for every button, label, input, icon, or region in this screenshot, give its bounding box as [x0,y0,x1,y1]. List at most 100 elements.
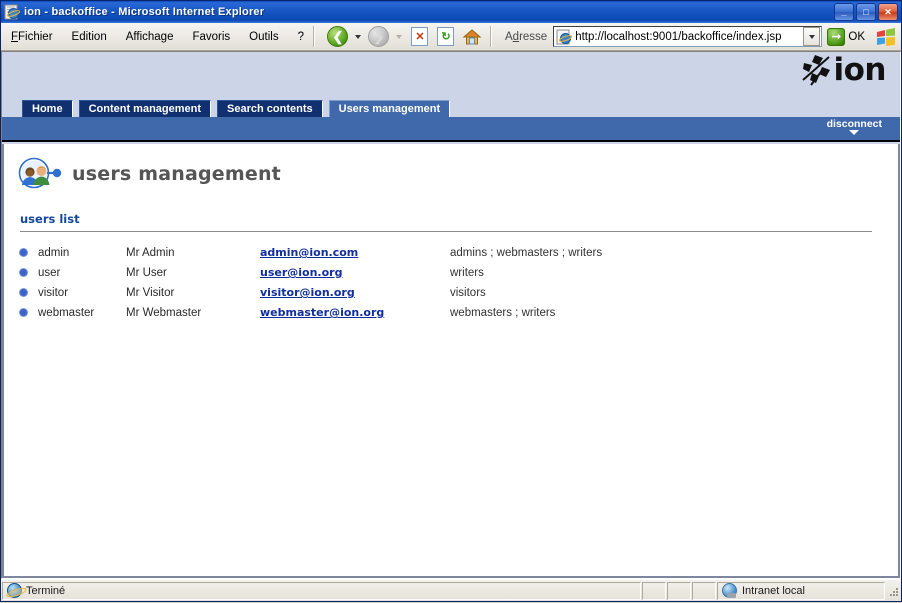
tab-search-contents[interactable]: Search contents [217,100,323,117]
address-bar: Adresse http://localhost:9001/backoffice… [497,23,901,50]
back-button[interactable]: ❮ [326,25,350,49]
user-groups: admins ; webmasters ; writers [450,246,603,259]
page-content-inner: users management users list admin Mr Adm… [2,144,900,578]
address-dropdown-button[interactable] [803,27,821,46]
address-input-wrapper[interactable]: http://localhost:9001/backoffice/index.j… [553,26,823,47]
page-content: users management users list admin Mr Adm… [2,144,900,578]
user-email-link[interactable]: admin@ion.com [260,246,358,259]
user-groups: webmasters ; writers [450,306,556,319]
page-header: users management [4,144,898,192]
address-label: Adresse [504,30,548,43]
tab-users-management-label: Users management [338,103,441,115]
bullet-icon [20,248,27,256]
home-button[interactable] [460,25,484,49]
user-email-cell: webmaster@ion.org [260,303,450,323]
user-login: user [38,266,61,279]
chevron-down-icon [808,34,815,39]
status-message: Terminé [26,584,66,597]
tab-content-management[interactable]: Content management [78,100,212,117]
menu-outils-label: Outils [249,30,279,43]
user-email-link[interactable]: visitor@ion.org [260,286,355,299]
go-button-label: OK [848,30,865,43]
user-email-cell: visitor@ion.org [260,283,450,303]
table-row[interactable]: webmaster Mr Webmaster webmaster@ion.org… [20,303,710,323]
table-row[interactable]: user Mr User user@ion.org writers [20,263,710,283]
menu-fichier[interactable]: FFichier [8,29,56,45]
row-bullet [20,243,38,263]
minimize-button[interactable]: _ [834,3,854,21]
user-display-name: Mr Admin [126,246,175,259]
page-icon [556,29,573,45]
menu-edition[interactable]: Edition [69,29,110,45]
table-row[interactable]: admin Mr Admin admin@ion.com admins ; we… [20,243,710,263]
user-email-link[interactable]: webmaster@ion.org [260,306,384,319]
security-zone-pane[interactable]: Intranet local [717,581,885,600]
user-email-link[interactable]: user@ion.org [260,266,342,279]
user-groups: writers [450,266,484,279]
bullet-icon [20,288,27,296]
minimize-icon: _ [841,6,847,17]
stop-icon: ✕ [411,27,429,46]
row-bullet [20,263,38,283]
caret-down-icon [849,130,860,135]
row-bullet [20,303,38,323]
status-message-pane: Terminé [2,581,641,600]
browser-icon [7,583,22,598]
refresh-button[interactable]: ↻ [434,25,458,49]
menu-favoris[interactable]: Favoris [189,29,233,45]
forward-arrow-icon: ❯ [368,26,390,47]
close-icon: ✕ [884,6,892,17]
section-heading: users list [20,212,80,226]
ion-logo: ion [801,54,886,86]
section-divider [20,231,872,232]
intranet-zone-icon [722,583,737,598]
go-button[interactable]: ➞ OK [822,27,871,46]
menu-affichage[interactable]: Affichage [123,29,177,45]
bullet-icon [20,268,27,276]
title-bar: ion - backoffice - Microsoft Internet Ex… [1,1,901,23]
user-login: admin [38,246,70,259]
user-login: visitor [38,286,69,299]
windows-flag-icon [873,25,899,49]
user-email-cell: user@ion.org [260,263,450,283]
close-button[interactable]: ✕ [878,3,898,21]
tab-home[interactable]: Home [22,100,73,117]
disconnect-button[interactable]: disconnect [827,118,882,135]
browser-window: ion - backoffice - Microsoft Internet Ex… [0,0,902,602]
users-table: admin Mr Admin admin@ion.com admins ; we… [20,243,710,323]
user-email-cell: admin@ion.com [260,243,450,263]
status-pane-2 [667,581,691,600]
address-input[interactable]: http://localhost:9001/backoffice/index.j… [575,31,802,43]
user-display-name: Mr Visitor [126,286,175,299]
tab-search-contents-label: Search contents [227,103,313,115]
back-history-dropdown[interactable] [352,25,365,49]
tab-users-management[interactable]: Users management [328,100,451,117]
maximize-icon: □ [863,6,869,17]
browser-toolbar: ❮ ❯ ✕ ↻ [320,23,484,50]
bullet-icon [20,308,27,316]
forward-button[interactable]: ❯ [367,25,391,49]
menu-outils[interactable]: Outils [246,29,281,45]
menu-edition-label: Edition [71,30,107,43]
menu-toolbar-row: FFichier Edition Affichage Favoris Outil… [1,23,901,51]
app-icon [4,4,21,20]
menu-bar: FFichier Edition Affichage Favoris Outil… [1,23,307,50]
browser-viewport: ion Home Content management Search conte… [1,51,901,579]
status-pane-1 [642,581,666,600]
app-action-bar: disconnect [2,117,900,142]
forward-history-dropdown [393,25,406,49]
toolbar-separator [312,26,314,47]
maximize-button[interactable]: □ [856,3,876,21]
table-row[interactable]: visitor Mr Visitor visitor@ion.org visit… [20,283,710,303]
tab-home-label: Home [32,103,63,115]
stop-button[interactable]: ✕ [408,25,432,49]
menu-help[interactable]: ? [295,29,307,45]
resize-grip[interactable] [886,584,900,598]
window-title: ion - backoffice - Microsoft Internet Ex… [24,6,265,18]
status-bar: Terminé Intranet local [1,579,901,601]
page-title: users management [72,163,281,185]
menu-affichage-label: Affichage [125,30,174,43]
chevron-down-icon [355,34,362,39]
tab-content-management-label: Content management [88,103,202,115]
row-bullet [20,283,38,303]
